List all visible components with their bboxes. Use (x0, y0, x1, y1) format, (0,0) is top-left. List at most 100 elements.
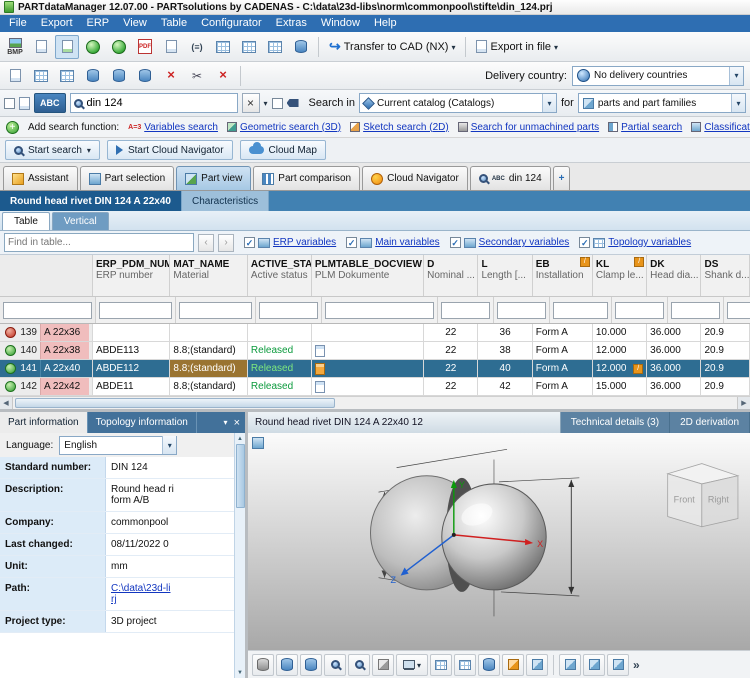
column-filter-input[interactable] (615, 302, 664, 319)
window-titlebar[interactable]: PARTdataManager 12.07.00 - PARTsolutions… (0, 0, 750, 15)
column-header-active-state[interactable]: ACTIVE_STATEActive status (248, 255, 312, 296)
erp-db-button[interactable] (81, 64, 105, 88)
cell-eb[interactable]: Form A (533, 378, 593, 395)
column-filter-input[interactable] (553, 302, 608, 319)
geometric-search-link[interactable]: Geometric search (3D) (227, 122, 341, 133)
viewer-title-tab[interactable]: Round head rivet DIN 124 A 22x40 12 (248, 412, 561, 433)
cell-dk[interactable]: 36.000 (647, 360, 701, 377)
tab-part-view[interactable]: Part view (176, 166, 251, 190)
cell-eb[interactable]: Form A (533, 324, 593, 341)
cell-eb[interactable]: Form A (533, 342, 593, 359)
panel-close-icon[interactable] (234, 418, 240, 428)
column-filter-input[interactable] (3, 302, 92, 319)
erp-db-sync-button[interactable] (107, 64, 131, 88)
tab-part-information[interactable]: Part information (0, 412, 88, 433)
cell-kl[interactable]: 10.000 (593, 324, 647, 341)
cell-ds[interactable]: 20.9 (701, 360, 750, 377)
search-option-checkbox[interactable] (4, 98, 15, 109)
column-header-l[interactable]: LLength [... (478, 255, 532, 296)
cell-material[interactable]: 8.8;(standard) (170, 360, 247, 377)
table-view-button[interactable] (211, 35, 235, 59)
start-search-button[interactable]: Start search (5, 140, 100, 160)
tab-cloud-navigator[interactable]: Cloud Navigator (362, 166, 468, 190)
menu-view[interactable]: View (116, 16, 154, 31)
view-solid-button[interactable] (276, 654, 298, 676)
column-header-plm[interactable]: PLMTABLE_DOCVIEWPLM Dokumente (312, 255, 424, 296)
cell-plm[interactable] (312, 378, 424, 395)
zoom-button[interactable] (324, 654, 346, 676)
row-header[interactable]: 142 A 22x42 (0, 378, 93, 395)
cell-d[interactable]: 22 (424, 360, 478, 377)
tag-icon[interactable] (287, 99, 299, 107)
language-select[interactable]: English (59, 436, 177, 455)
table-export-button[interactable] (237, 35, 261, 59)
cell-material[interactable]: 8.8;(standard) (170, 378, 247, 395)
row-header[interactable]: 141 A 22x40 (0, 360, 93, 377)
column-header-kl[interactable]: KLClamp le... (593, 255, 647, 296)
cell-dk[interactable]: 36.000 (647, 342, 701, 359)
delivery-country-select[interactable]: No delivery countries (572, 66, 744, 86)
column-filter-input[interactable] (671, 302, 720, 319)
find-next-button[interactable] (218, 234, 234, 252)
scrollbar-track[interactable] (13, 397, 737, 409)
column-header-eb[interactable]: EBInstallation (533, 255, 593, 296)
tab-vertical[interactable]: Vertical (52, 212, 109, 230)
cell-kl[interactable]: 15.000 (593, 378, 647, 395)
clear-search-button[interactable] (242, 93, 260, 113)
row-header[interactable]: 139 A 22x36 (0, 324, 93, 341)
export-emf-button[interactable] (29, 35, 53, 59)
grid-dark-button[interactable] (430, 654, 452, 676)
cell-material[interactable]: 8.8;(standard) (170, 342, 247, 359)
column-header-d[interactable]: DNominal ... (424, 255, 478, 296)
cell-erp[interactable]: ABDE112 (93, 360, 170, 377)
tab-part-selection[interactable]: Part selection (80, 166, 175, 190)
batch-button[interactable] (3, 64, 27, 88)
cell-erp[interactable]: ABDE113 (93, 342, 170, 359)
column-header-dk[interactable]: DKHead dia... (647, 255, 701, 296)
search-history-arrow-icon[interactable] (264, 97, 268, 109)
cell-l[interactable]: 38 (478, 342, 532, 359)
table-row-140[interactable]: 140 A 22x38 ABDE113 8.8;(standard) Relea… (0, 342, 750, 360)
cell-kl[interactable]: 12.000 (593, 360, 647, 377)
column-header-ds[interactable]: DSShank d... (701, 255, 750, 296)
export-pdf-button[interactable]: PDF (133, 35, 157, 59)
view-iso-button[interactable] (607, 654, 629, 676)
plm-document-icon[interactable] (315, 381, 325, 393)
view-front-button[interactable] (559, 654, 581, 676)
scroll-left-arrow[interactable] (0, 397, 13, 409)
cell-plm[interactable] (312, 360, 424, 377)
export-in-file-button[interactable]: Export in file (471, 35, 563, 59)
update-3d-button[interactable] (81, 35, 105, 59)
cell-l[interactable]: 40 (478, 360, 532, 377)
delete-button[interactable] (211, 64, 235, 88)
table-row-142[interactable]: 142 A 22x42 ABDE11 8.8;(standard) Releas… (0, 378, 750, 396)
remove-link-button[interactable] (159, 64, 183, 88)
cell-plm[interactable] (312, 324, 424, 341)
tab-search-din124[interactable]: ABC din 124 (470, 166, 551, 190)
viewer-3d-canvas[interactable]: Y X Z Front Right (248, 433, 750, 650)
section-button[interactable] (478, 654, 500, 676)
scroll-up-arrow[interactable] (235, 433, 246, 444)
tab-characteristics[interactable]: Characteristics (182, 191, 269, 211)
menu-file[interactable]: File (2, 16, 34, 31)
view-transparent-button[interactable] (300, 654, 322, 676)
new-search-tab-button[interactable] (553, 166, 571, 190)
search-for-select[interactable]: parts and part families (578, 93, 746, 113)
erp-table-button[interactable] (29, 64, 53, 88)
column-filter-input[interactable] (441, 302, 490, 319)
horizontal-scrollbar[interactable] (0, 396, 750, 409)
path-link[interactable]: C:\data\23d-li rj (106, 578, 234, 610)
tab-topology-information[interactable]: Topology information (88, 412, 197, 433)
row-name-cell[interactable]: A 22x40 (40, 360, 89, 377)
add-plus-icon[interactable] (6, 121, 19, 134)
search-in-select[interactable]: Current catalog (Catalogs) (359, 93, 557, 113)
secondary-variables-checkbox[interactable]: Secondary variables (450, 237, 570, 248)
formula-button[interactable]: (≡) (185, 35, 209, 59)
menu-window[interactable]: Window (314, 16, 367, 31)
panel-menu-icon[interactable] (224, 418, 228, 427)
viewer-settings-icon[interactable] (252, 437, 264, 449)
menu-help[interactable]: Help (367, 16, 404, 31)
erp-table-add-button[interactable] (55, 64, 79, 88)
tab-2d-derivation[interactable]: 2D derivation (670, 412, 750, 433)
menu-erp[interactable]: ERP (80, 16, 117, 31)
